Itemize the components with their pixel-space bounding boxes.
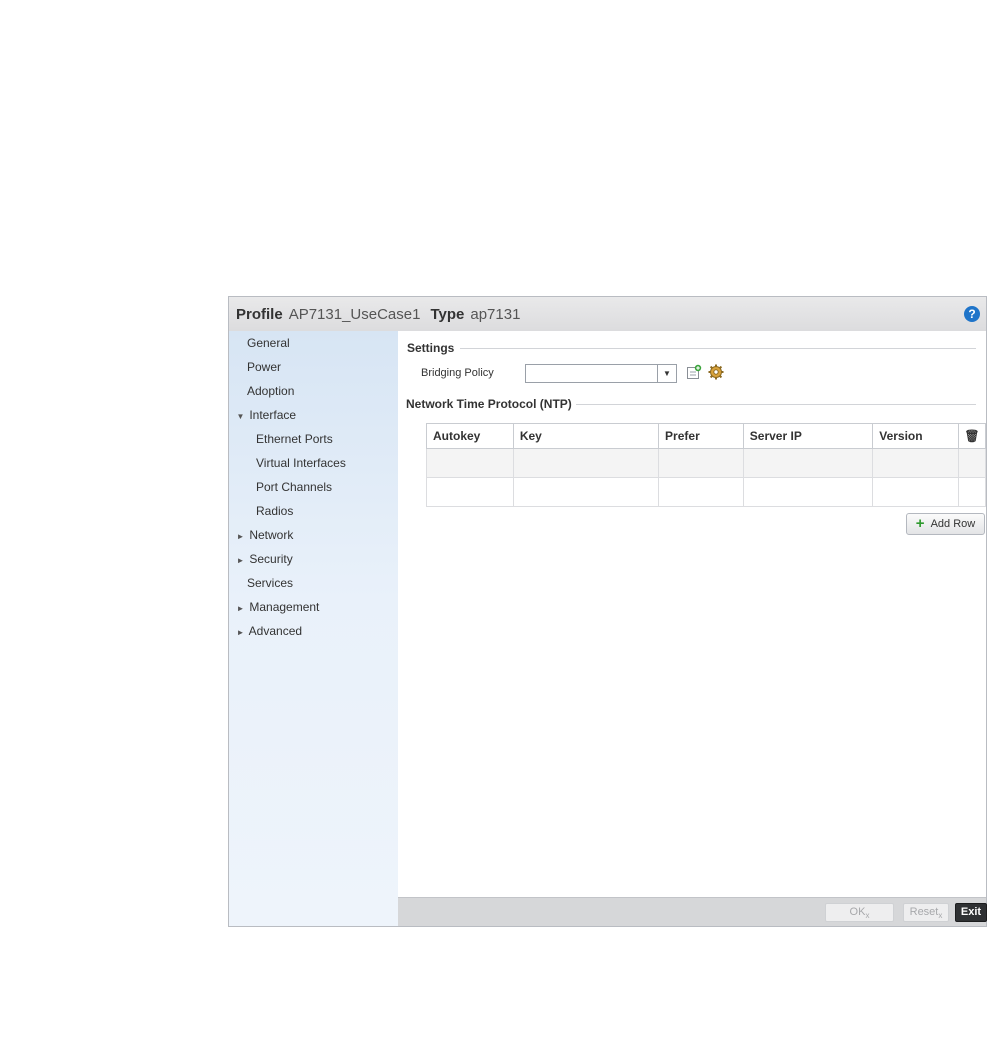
sidebar-item-label: Radios xyxy=(256,504,294,518)
chevron-down-icon[interactable]: ▼ xyxy=(657,365,676,382)
sidebar-item-label: Management xyxy=(249,600,320,614)
sidebar-item-label: Interface xyxy=(249,408,297,422)
table-cell[interactable] xyxy=(512,477,660,507)
plus-icon: + xyxy=(915,515,925,532)
expand-right-icon[interactable]: ► xyxy=(235,525,246,549)
sidebar-item-label: Security xyxy=(249,552,293,566)
table-cell[interactable] xyxy=(426,477,514,507)
type-label: Type xyxy=(430,305,465,323)
table-cell[interactable] xyxy=(658,448,744,478)
table-cell[interactable] xyxy=(742,448,874,478)
settings-section-title: Settings xyxy=(407,341,455,355)
reset-sub-mark: x xyxy=(938,911,943,921)
sidebar-item-label: Network xyxy=(249,528,294,542)
sidebar-item-label: Services xyxy=(247,576,294,590)
sidebar-item-port-channels[interactable]: Port Channels xyxy=(256,475,332,499)
expand-down-icon[interactable]: ▼ xyxy=(235,405,246,429)
profile-value: AP7131_UseCase1 xyxy=(288,305,421,323)
table-cell[interactable] xyxy=(658,477,744,507)
table-cell[interactable] xyxy=(872,477,960,507)
table-header-row: Autokey Key Prefer Server IP Version 🗑 xyxy=(426,423,986,449)
column-header-server-ip[interactable]: Server IP xyxy=(742,423,874,449)
sidebar-item-general[interactable]: General xyxy=(247,331,290,355)
edit-policy-gear-icon[interactable] xyxy=(708,364,724,380)
sidebar-item-label: Power xyxy=(247,360,282,374)
sidebar-nav: General Power Adoption ▼ Interface Ether… xyxy=(229,331,399,926)
table-cell[interactable] xyxy=(958,477,986,507)
expand-right-icon[interactable]: ► xyxy=(235,621,246,645)
sidebar-item-label: Virtual Interfaces xyxy=(256,456,346,470)
sidebar-item-interface[interactable]: ▼ Interface xyxy=(235,403,297,429)
create-policy-icon[interactable] xyxy=(686,364,702,380)
title-bar: Profile AP7131_UseCase1 Type ap7131 ? xyxy=(229,297,986,332)
delete-row-icon[interactable]: 🗑 xyxy=(958,423,986,449)
sidebar-item-label: Advanced xyxy=(248,624,303,638)
table-row xyxy=(426,448,986,478)
sidebar-item-virtual-interfaces[interactable]: Virtual Interfaces xyxy=(256,451,346,475)
sidebar-item-services[interactable]: Services xyxy=(247,571,293,595)
sidebar-item-label: Port Channels xyxy=(256,480,333,494)
ok-sub-mark: x xyxy=(865,911,870,921)
table-cell[interactable] xyxy=(742,477,874,507)
table-row xyxy=(426,477,986,507)
sidebar-item-radios[interactable]: Radios xyxy=(256,499,293,523)
sidebar-item-advanced[interactable]: ► Advanced xyxy=(235,619,303,645)
ntp-table: Autokey Key Prefer Server IP Version 🗑 xyxy=(426,423,986,507)
column-header-autokey[interactable]: Autokey xyxy=(426,423,514,449)
table-cell[interactable] xyxy=(426,448,514,478)
help-icon[interactable]: ? xyxy=(964,306,980,322)
column-header-key[interactable]: Key xyxy=(512,423,660,449)
expand-right-icon[interactable]: ► xyxy=(235,549,246,573)
add-row-label: Add Row xyxy=(930,518,976,530)
column-header-prefer[interactable]: Prefer xyxy=(658,423,744,449)
ok-button[interactable]: OKx xyxy=(825,903,894,922)
reset-label: Reset xyxy=(909,906,939,918)
profile-editor-window: Profile AP7131_UseCase1 Type ap7131 ? Ge… xyxy=(228,296,987,927)
table-cell[interactable] xyxy=(872,448,960,478)
footer-bar: OKx Resetx Exit xyxy=(398,897,987,926)
sidebar-item-network[interactable]: ► Network xyxy=(235,523,294,549)
sidebar-item-label: General xyxy=(247,336,290,350)
section-divider xyxy=(460,348,976,349)
add-row-button[interactable]: + Add Row xyxy=(906,513,985,535)
column-header-version[interactable]: Version xyxy=(872,423,960,449)
bridging-policy-label: Bridging Policy xyxy=(421,367,494,379)
sidebar-item-label: Adoption xyxy=(247,384,295,398)
profile-label: Profile xyxy=(236,305,283,323)
section-divider xyxy=(576,404,976,405)
ok-label: OK xyxy=(849,906,866,918)
sidebar-item-management[interactable]: ► Management xyxy=(235,595,320,621)
table-cell[interactable] xyxy=(512,448,660,478)
exit-button[interactable]: Exit xyxy=(955,903,987,922)
sidebar-item-security[interactable]: ► Security xyxy=(235,547,293,571)
sidebar-item-power[interactable]: Power xyxy=(247,355,281,379)
sidebar-item-adoption[interactable]: Adoption xyxy=(247,379,294,403)
expand-right-icon[interactable]: ► xyxy=(235,597,246,621)
sidebar-item-label: Ethernet Ports xyxy=(256,432,333,446)
reset-button[interactable]: Resetx xyxy=(903,903,949,922)
sidebar-item-ethernet-ports[interactable]: Ethernet Ports xyxy=(256,427,333,451)
type-value: ap7131 xyxy=(470,305,521,323)
ntp-section-title: Network Time Protocol (NTP) xyxy=(406,397,572,411)
main-content: Settings Bridging Policy ▼ Network Time … xyxy=(398,331,986,898)
table-cell[interactable] xyxy=(958,448,986,478)
bridging-policy-select[interactable]: ▼ xyxy=(525,364,677,383)
